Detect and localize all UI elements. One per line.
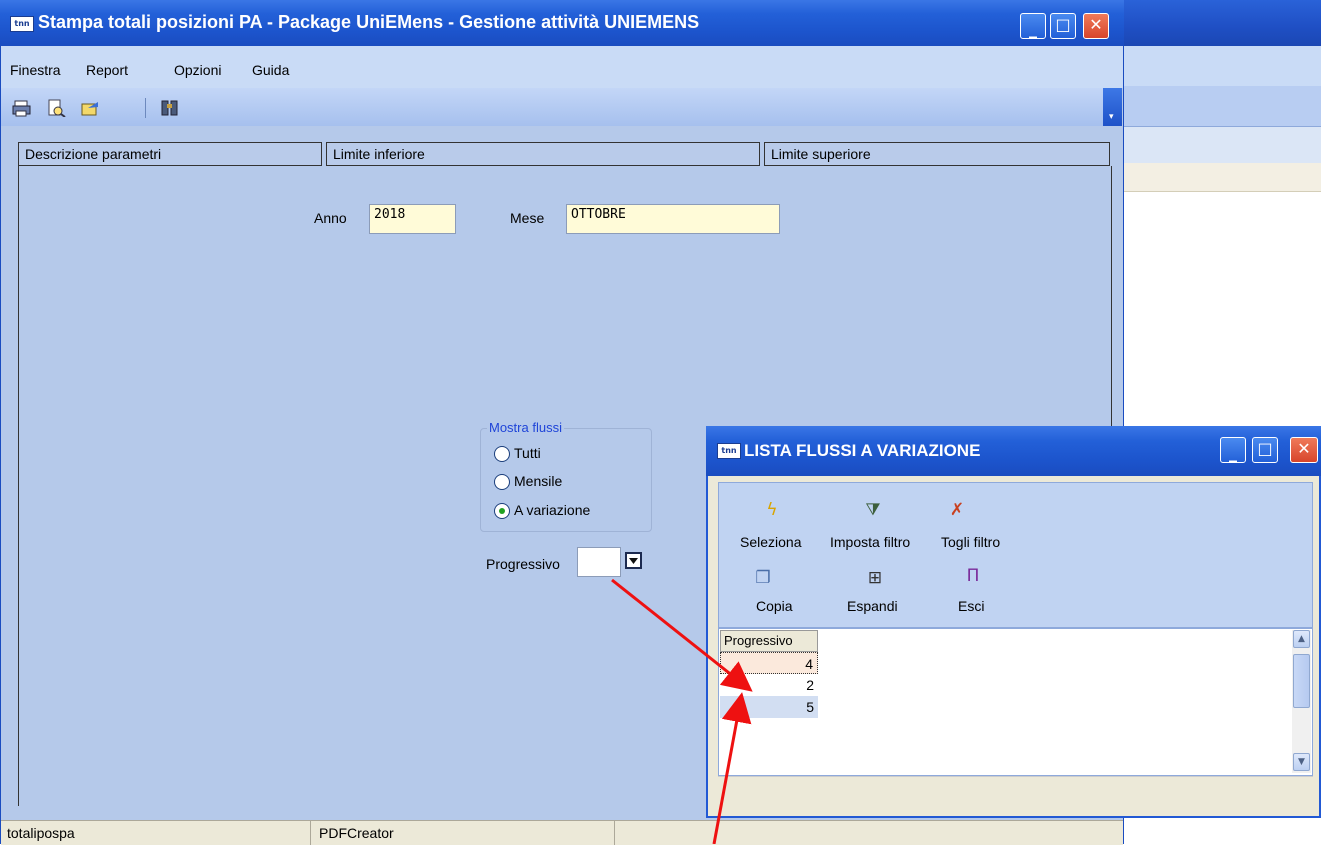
annotation-arrows — [611, 578, 753, 844]
annotation-arrow — [712, 692, 752, 844]
annotation-arrow — [611, 578, 753, 692]
